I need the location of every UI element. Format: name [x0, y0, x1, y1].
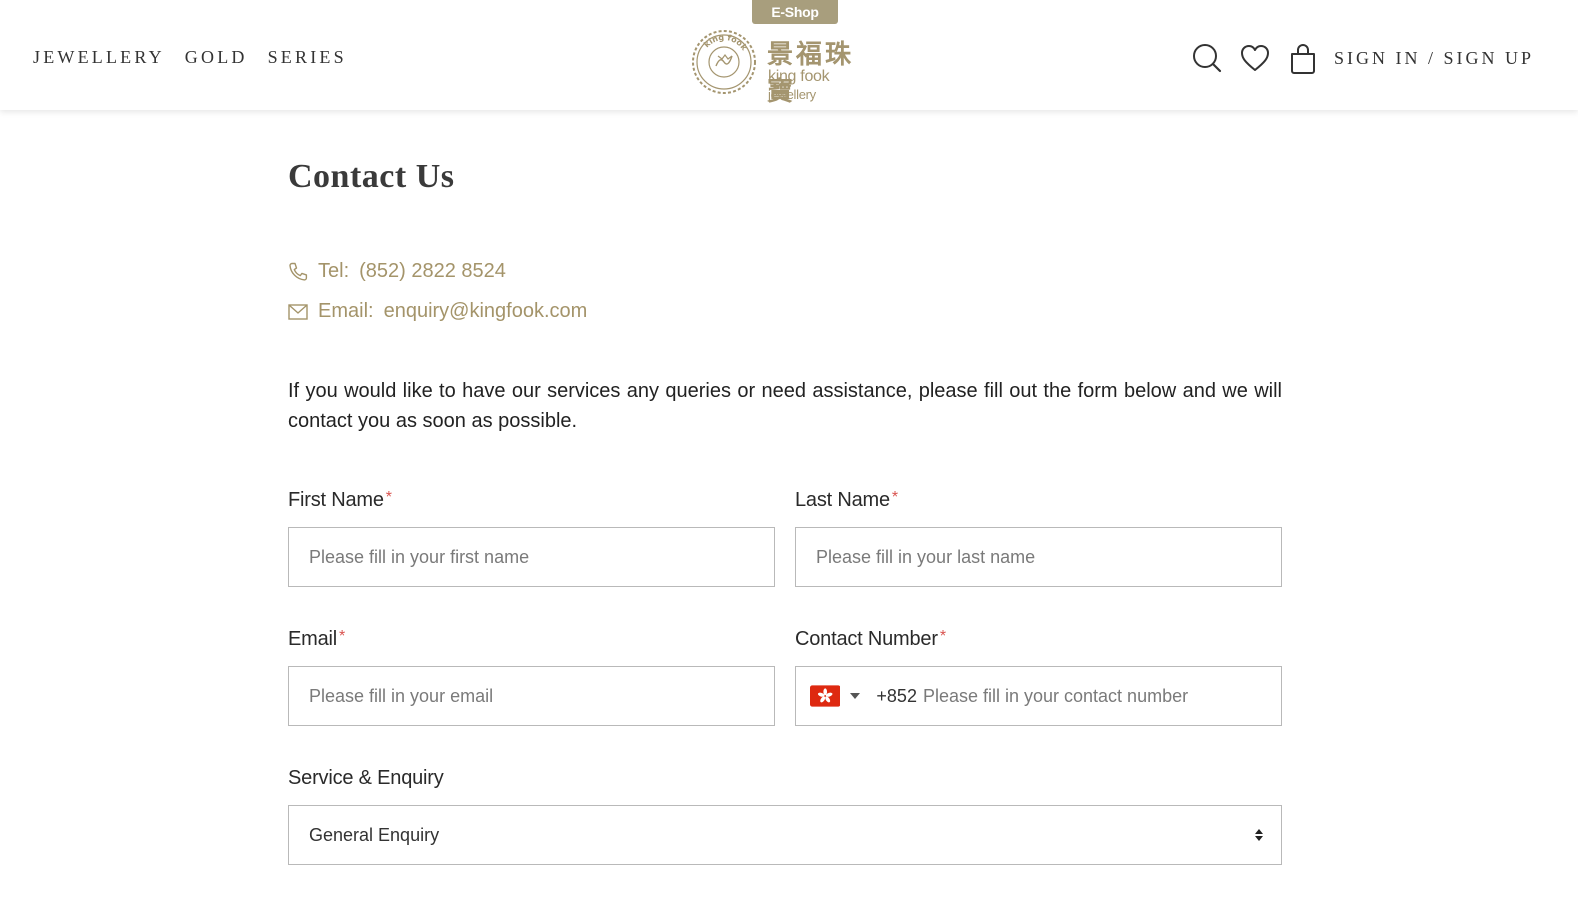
main-nav: JEWELLERY GOLD SERIES: [33, 47, 367, 68]
email-input[interactable]: [309, 685, 774, 707]
logo-seal-icon: king fook: [692, 30, 756, 94]
first-name-label: First Name *: [288, 489, 392, 512]
email-field-label-text: Email: [288, 628, 338, 650]
sign-in-sign-up-link[interactable]: SIGN IN / SIGN UP: [1334, 48, 1534, 69]
header-actions: SIGN IN / SIGN UP: [1190, 38, 1534, 78]
logo-seal-text: king fook: [702, 33, 749, 53]
site-header: JEWELLERY GOLD SERIES E-Shop king fook 景…: [0, 0, 1578, 110]
email-label: Email:: [318, 300, 374, 322]
nav-series[interactable]: SERIES: [268, 47, 347, 68]
nav-jewellery[interactable]: JEWELLERY: [33, 47, 165, 68]
last-name-field[interactable]: [795, 527, 1282, 587]
required-mark: *: [939, 628, 946, 645]
mail-icon: [288, 301, 310, 323]
nav-gold[interactable]: GOLD: [185, 47, 248, 68]
first-name-label-text: First Name: [288, 489, 384, 511]
heart-icon[interactable]: [1238, 41, 1272, 75]
tel-row: Tel: (852) 2822 8524: [288, 260, 506, 283]
eshop-tab[interactable]: E-Shop: [752, 0, 838, 24]
last-name-label: Last Name *: [795, 489, 898, 512]
contact-number-label: Contact Number *: [795, 628, 946, 651]
country-dropdown-caret-icon[interactable]: [850, 693, 861, 699]
bag-icon[interactable]: [1286, 41, 1320, 75]
required-mark: *: [891, 489, 898, 506]
service-enquiry-label: Service & Enquiry: [288, 767, 444, 789]
contact-number-label-text: Contact Number: [795, 628, 938, 650]
first-name-field[interactable]: [288, 527, 775, 587]
contact-number-input[interactable]: [922, 685, 1281, 707]
phone-icon: [288, 261, 310, 283]
search-icon[interactable]: [1190, 41, 1224, 75]
svg-text:king fook: king fook: [702, 33, 749, 53]
hong-kong-flag-icon[interactable]: [810, 682, 841, 710]
service-enquiry-value: General Enquiry: [309, 824, 440, 845]
required-mark: *: [385, 489, 392, 506]
logo-english-name: king fook jewellery: [768, 68, 880, 104]
intro-text: If you would like to have our services a…: [288, 380, 1282, 432]
tel-link[interactable]: (852) 2822 8524: [359, 260, 506, 283]
required-mark: *: [339, 628, 346, 645]
service-enquiry-select[interactable]: General Enquiry: [288, 805, 1282, 865]
email-row: Email: enquiry@kingfook.com: [288, 300, 587, 323]
logo-english-main: king fook: [768, 68, 830, 85]
dial-code: +852: [876, 685, 917, 706]
first-name-input[interactable]: [309, 546, 774, 568]
logo-english-sub: jewellery: [768, 87, 816, 102]
email-link[interactable]: enquiry@kingfook.com: [384, 300, 588, 323]
contact-number-field[interactable]: +852: [795, 666, 1282, 726]
brand-logo[interactable]: king fook 景福珠寶 king fook jewellery: [690, 28, 880, 107]
last-name-input[interactable]: [816, 546, 1281, 568]
select-arrows-icon: [1255, 829, 1263, 841]
tel-label: Tel:: [318, 260, 350, 282]
page-title: Contact Us: [288, 158, 455, 195]
email-field-label: Email *: [288, 628, 345, 651]
last-name-label-text: Last Name: [795, 489, 890, 511]
email-field[interactable]: [288, 666, 775, 726]
